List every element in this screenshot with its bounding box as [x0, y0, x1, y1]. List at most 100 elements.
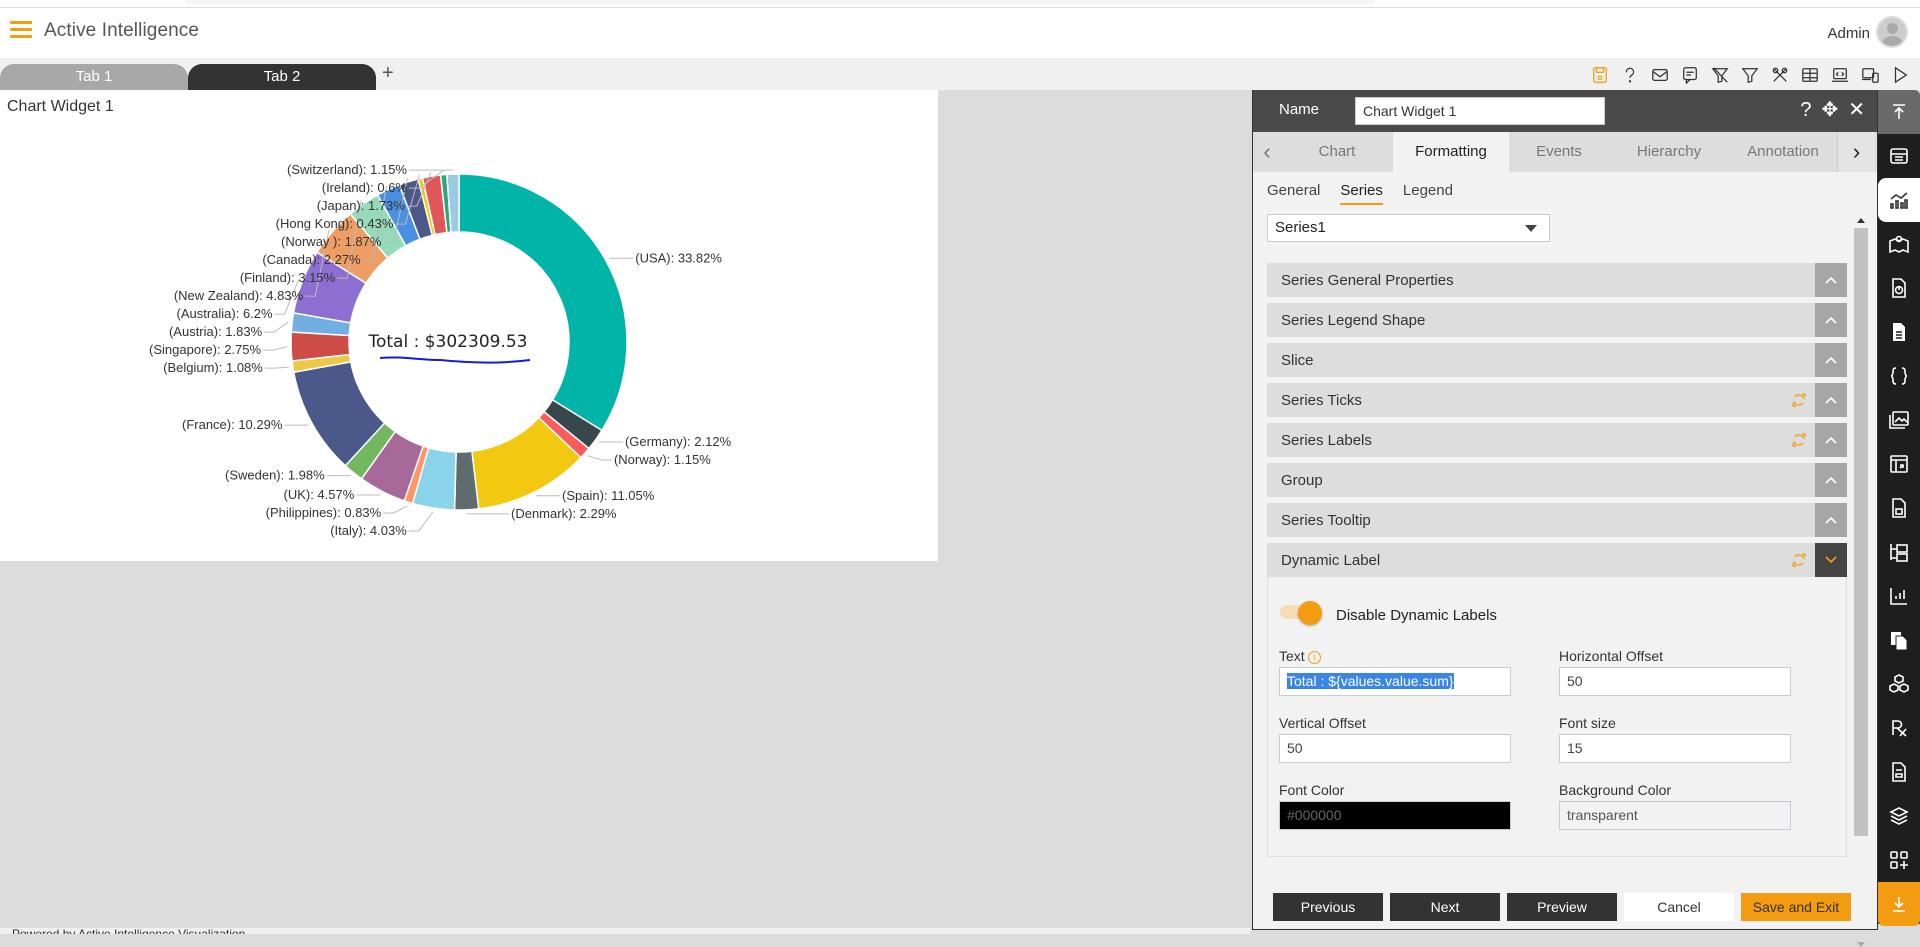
- chevron-up-icon[interactable]: [1815, 503, 1847, 537]
- user-menu[interactable]: Admin: [1827, 16, 1908, 48]
- refresh-icon[interactable]: [1791, 432, 1807, 448]
- cube-widget-icon[interactable]: [1878, 662, 1920, 706]
- cancel-button[interactable]: Cancel: [1624, 893, 1734, 921]
- section-dynamic-label[interactable]: Dynamic Label: [1267, 543, 1847, 577]
- save-icon[interactable]: [1588, 64, 1612, 86]
- image-widget-icon[interactable]: [1878, 398, 1920, 442]
- section-series-legend-shape[interactable]: Series Legend Shape: [1267, 303, 1847, 337]
- scroll-up-arrow[interactable]: [1857, 218, 1865, 223]
- refresh-icon[interactable]: [1791, 392, 1807, 408]
- tree-widget-icon[interactable]: [1878, 530, 1920, 574]
- chart-widget-icon[interactable]: [1878, 178, 1920, 222]
- disable-dynamic-labels-toggle[interactable]: [1280, 601, 1322, 625]
- code-widget-icon[interactable]: [1878, 354, 1920, 398]
- info-icon[interactable]: i: [1307, 651, 1321, 664]
- label-leader-line: [264, 366, 289, 369]
- copy-widget-icon[interactable]: [1878, 618, 1920, 662]
- background-color-input[interactable]: transparent: [1559, 801, 1791, 830]
- refresh-icon[interactable]: [1791, 552, 1807, 568]
- report-widget-icon[interactable]: [1878, 266, 1920, 310]
- scrollbar-thumb[interactable]: [1854, 228, 1868, 836]
- clear-filter-icon[interactable]: [1708, 64, 1732, 86]
- filter-icon[interactable]: [1738, 64, 1762, 86]
- section-label: Slice: [1281, 352, 1314, 369]
- next-button[interactable]: Next: [1390, 893, 1500, 921]
- devices-icon[interactable]: [1858, 64, 1882, 86]
- move-icon[interactable]: ✥: [1821, 99, 1838, 121]
- scroll-top-icon[interactable]: [1878, 90, 1920, 134]
- section-slice[interactable]: Slice: [1267, 343, 1847, 377]
- dynamic-text-input[interactable]: Total : ${values.value.sum}: [1279, 667, 1511, 696]
- tab-hierarchy[interactable]: Hierarchy: [1609, 132, 1729, 172]
- slice-label: (Sweden): 1.98%: [225, 468, 325, 483]
- tab-1[interactable]: Tab 1: [0, 64, 188, 90]
- tab-bar: Tab 1 Tab 2 +: [0, 58, 1920, 90]
- page-footer: Powered by Active Intelligence Visualiza…: [0, 928, 1250, 934]
- widget-name-input[interactable]: [1355, 97, 1605, 125]
- help-icon[interactable]: ?: [1800, 99, 1811, 121]
- slice-label: (France): 10.29%: [182, 417, 283, 432]
- chevron-up-icon[interactable]: [1815, 383, 1847, 417]
- scroll-bottom-icon[interactable]: [1878, 882, 1920, 926]
- save-and-exit-button[interactable]: Save and Exit: [1741, 893, 1851, 921]
- horizontal-offset-input[interactable]: 50: [1559, 667, 1791, 696]
- chevron-up-icon[interactable]: [1815, 343, 1847, 377]
- mail-icon[interactable]: [1648, 64, 1672, 86]
- section-series-labels[interactable]: Series Labels: [1267, 423, 1847, 457]
- tab-chart[interactable]: Chart: [1281, 132, 1393, 172]
- layers-widget-icon[interactable]: [1878, 794, 1920, 838]
- rx-widget-icon[interactable]: [1878, 706, 1920, 750]
- slice-label: (Switzerland): 1.15%: [287, 162, 407, 177]
- table-icon[interactable]: [1798, 64, 1822, 86]
- chevron-up-icon[interactable]: [1815, 303, 1847, 337]
- avatar[interactable]: [1876, 16, 1908, 48]
- add-tab-button[interactable]: +: [382, 62, 394, 85]
- chevron-up-icon[interactable]: [1815, 423, 1847, 457]
- vertical-offset-input[interactable]: 50: [1279, 734, 1511, 763]
- section-group[interactable]: Group: [1267, 463, 1847, 497]
- tab-annotation[interactable]: Annotation: [1729, 132, 1837, 172]
- tabs-prev-arrow[interactable]: ‹: [1253, 132, 1281, 172]
- section-series-ticks[interactable]: Series Ticks: [1267, 383, 1847, 417]
- font-color-input[interactable]: #000000: [1279, 801, 1511, 830]
- subtab-series[interactable]: Series: [1340, 182, 1383, 205]
- slice-label: (Japan): 1.73%: [317, 198, 406, 213]
- section-series-general-properties[interactable]: Series General Properties: [1267, 263, 1847, 297]
- embed-icon[interactable]: [1828, 64, 1852, 86]
- add-widget-icon[interactable]: [1878, 838, 1920, 882]
- section-series-tooltip[interactable]: Series Tooltip: [1267, 503, 1847, 537]
- tools-icon[interactable]: [1768, 64, 1792, 86]
- map-widget-icon[interactable]: [1878, 222, 1920, 266]
- subtab-legend[interactable]: Legend: [1403, 182, 1453, 205]
- font-size-input[interactable]: 15: [1559, 734, 1791, 763]
- subtab-general[interactable]: General: [1267, 182, 1320, 205]
- panel-scrollbar[interactable]: [1853, 218, 1869, 947]
- document-widget-icon[interactable]: [1878, 310, 1920, 354]
- calculator-widget-icon[interactable]: [1878, 486, 1920, 530]
- preview-button[interactable]: Preview: [1507, 893, 1617, 921]
- vertical-offset-label: Vertical Offset: [1279, 715, 1366, 731]
- comment-icon[interactable]: [1678, 64, 1702, 86]
- donut-slice-usa[interactable]: [458, 173, 628, 432]
- chevron-up-icon[interactable]: [1815, 263, 1847, 297]
- close-icon[interactable]: ✕: [1848, 99, 1865, 121]
- menu-icon[interactable]: [10, 21, 32, 41]
- form-widget-icon[interactable]: [1878, 750, 1920, 794]
- scroll-down-arrow[interactable]: [1857, 942, 1865, 947]
- chevron-up-icon[interactable]: [1815, 463, 1847, 497]
- table-widget-icon[interactable]: [1878, 134, 1920, 178]
- play-icon[interactable]: [1888, 64, 1912, 86]
- help-icon[interactable]: [1618, 64, 1642, 86]
- series-select[interactable]: Series1: [1267, 214, 1550, 242]
- tab-events[interactable]: Events: [1509, 132, 1609, 172]
- layout-widget-icon[interactable]: [1878, 442, 1920, 486]
- tab-2[interactable]: Tab 2: [188, 64, 376, 90]
- chevron-down-icon[interactable]: [1815, 543, 1847, 577]
- label-leader-line: [408, 511, 434, 532]
- slice-label: (Belgium): 1.08%: [163, 360, 263, 375]
- previous-button[interactable]: Previous: [1273, 893, 1383, 921]
- kpi-widget-icon[interactable]: [1878, 574, 1920, 618]
- tabs-next-arrow[interactable]: ›: [1837, 132, 1875, 172]
- chart-widget[interactable]: Chart Widget 1 (USA): 33.82% (Germany): 2…: [0, 90, 938, 561]
- tab-formatting[interactable]: Formatting: [1393, 132, 1509, 172]
